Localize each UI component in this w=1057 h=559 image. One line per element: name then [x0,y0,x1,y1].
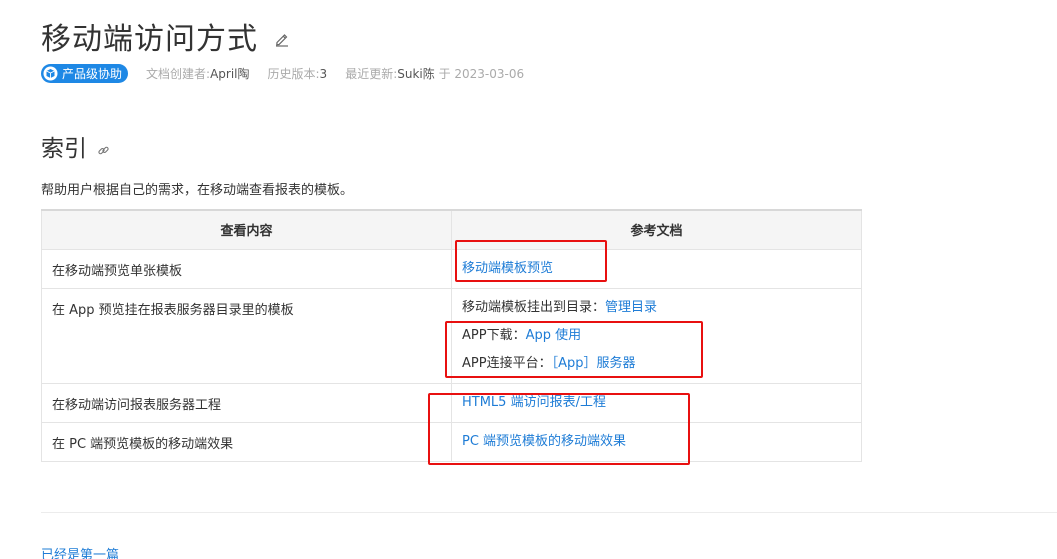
cube-icon [43,66,58,81]
ref-label: APP下载： [462,327,526,343]
creator-label: 文档创建者: [146,67,211,81]
ref-label: 移动端模板挂出到目录： [462,299,606,315]
table-row: 在移动端访问报表服务器工程 HTML5 端访问报表/工程 [41,382,862,423]
section-heading: 索引 [41,136,87,162]
previous-article-link[interactable]: 已经是第一篇 [41,544,119,559]
doc-link[interactable]: 管理目录 [605,300,657,315]
doc-link[interactable]: ［App］服务器 [552,356,636,371]
table-header-docs: 参考文档 [451,209,862,250]
doc-link[interactable]: PC 端预览模板的移动端效果 [462,434,626,449]
version-number[interactable]: 3 [320,67,328,81]
page-title: 移动端访问方式 [41,22,258,57]
updated-label: 最近更新: [345,67,398,81]
meta-version: 历史版本:3 [268,65,328,82]
badge-label: 产品级协助 [62,67,123,81]
meta-creator: 文档创建者:April陶 [146,65,249,82]
title-row: 移动端访问方式 [41,14,290,58]
table-header-content: 查看内容 [41,209,452,250]
row-content: 在移动端访问报表服务器工程 [52,397,222,413]
anchor-link-icon[interactable] [97,142,110,155]
creator-name[interactable]: April陶 [210,67,249,81]
section-heading-row: 索引 [41,129,110,163]
edit-pencil-icon[interactable] [274,31,290,47]
row-content: 在 PC 端预览模板的移动端效果 [52,436,234,452]
doc-meta: 产品级协助 文档创建者:April陶 历史版本:3 最近更新:Suki陈 于 2… [41,64,524,83]
table-row: 在 PC 端预览模板的移动端效果 PC 端预览模板的移动端效果 [41,421,862,462]
ref-label: APP连接平台： [462,355,552,371]
updated-date: 于 2023-03-06 [438,67,525,81]
version-label: 历史版本: [267,67,320,81]
updated-by[interactable]: Suki陈 [397,67,435,81]
doc-link[interactable]: 移动端模板预览 [462,261,553,276]
doc-link[interactable]: HTML5 端访问报表/工程 [462,395,606,410]
meta-updated: 最近更新:Suki陈 于 2023-03-06 [345,65,524,82]
row-content: 在 App 预览挂在报表服务器目录里的模板 [52,302,294,318]
doc-link[interactable]: App 使用 [526,328,582,343]
section-intro: 帮助用户根据自己的需求，在移动端查看报表的模板。 [41,183,354,198]
row-content: 在移动端预览单张模板 [52,263,183,279]
product-badge[interactable]: 产品级协助 [41,64,129,83]
index-table: 查看内容 参考文档 在移动端预览单张模板 移动端模板预览 在 App 预览挂在报… [41,209,862,462]
table-row: 在 App 预览挂在报表服务器目录里的模板 移动端模板挂出到目录：管理目录 AP… [41,287,862,384]
table-row: 在移动端预览单张模板 移动端模板预览 [41,248,862,289]
footer-divider [41,512,1057,513]
